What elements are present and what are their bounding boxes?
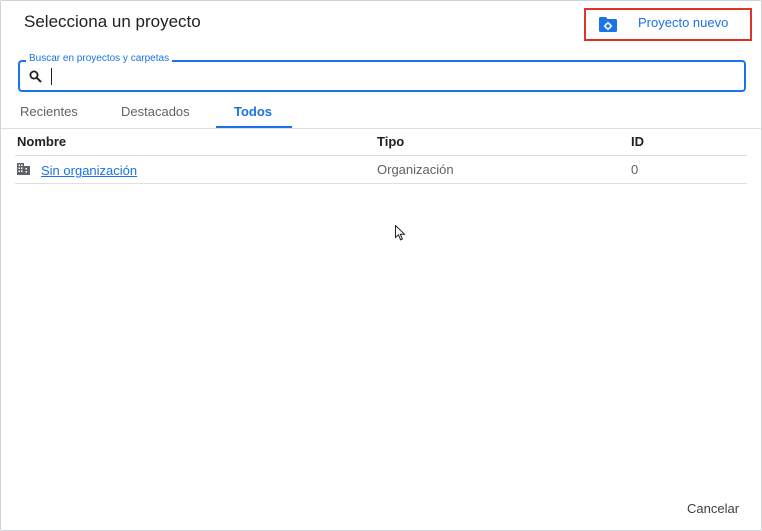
row-divider (15, 183, 747, 184)
table-row[interactable]: Sin organización Organización 0 (15, 156, 747, 184)
tab-recientes[interactable]: Recientes (20, 104, 78, 119)
search-legend: Buscar en proyectos y carpetas (26, 53, 173, 65)
tab-todos[interactable]: Todos (234, 104, 272, 119)
row-id: 0 (631, 162, 639, 177)
column-header-type[interactable]: Tipo (377, 134, 404, 149)
new-project-label: Proyecto nuevo (638, 15, 729, 30)
new-project-button[interactable]: Proyecto nuevo (584, 8, 752, 41)
cancel-button[interactable]: Cancelar (687, 501, 739, 516)
tab-destacados[interactable]: Destacados (121, 104, 190, 119)
column-header-name[interactable]: Nombre (17, 134, 66, 149)
mouse-pointer-icon (395, 225, 406, 241)
folder-settings-icon (599, 17, 617, 32)
text-caret (51, 68, 52, 85)
row-type: Organización (377, 162, 454, 177)
search-input[interactable] (48, 66, 738, 86)
select-project-dialog: Selecciona un proyecto Proyecto nuevo Bu… (0, 0, 762, 531)
organization-link[interactable]: Sin organización (41, 163, 137, 178)
dialog-title: Selecciona un proyecto (24, 12, 201, 31)
building-icon (17, 163, 30, 175)
column-header-id[interactable]: ID (631, 134, 644, 149)
tabs-divider (1, 128, 761, 129)
tabs-bar: Recientes Destacados Todos (1, 101, 761, 129)
search-field[interactable]: Buscar en proyectos y carpetas (18, 53, 746, 92)
search-icon (29, 70, 42, 83)
